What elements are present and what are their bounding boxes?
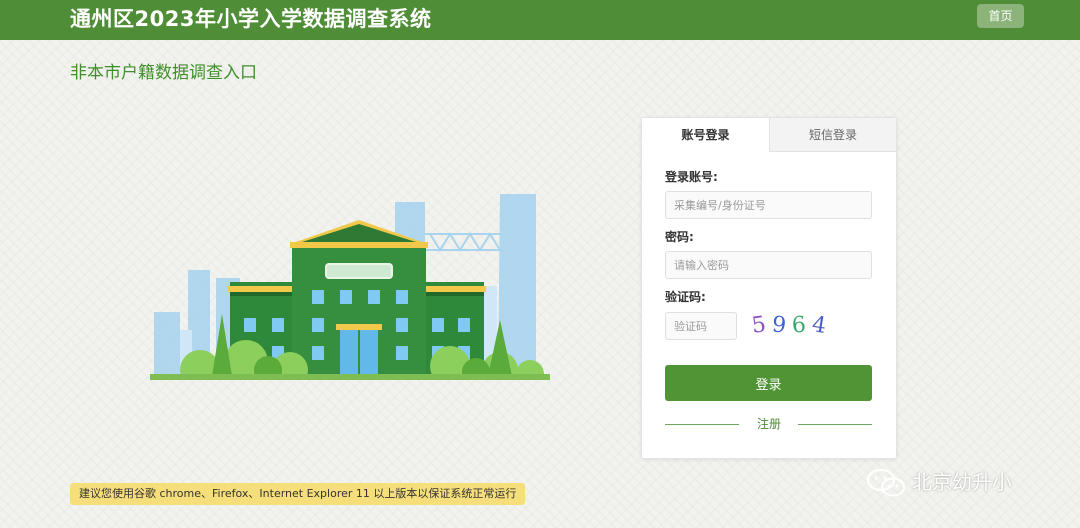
password-label: 密码:: [665, 230, 694, 244]
school-building-illustration: [150, 194, 550, 380]
account-input[interactable]: [665, 191, 872, 219]
page-subtitle: 非本市户籍数据调查入口: [70, 63, 257, 83]
captcha-label: 验证码:: [665, 290, 706, 304]
login-tabs: 账号登录 短信登录: [642, 118, 896, 152]
wechat-icon: [867, 469, 905, 497]
captcha-input[interactable]: [665, 312, 737, 340]
password-input[interactable]: [665, 251, 872, 279]
login-card: 账号登录 短信登录 登录账号: 密码: 验证码: 5 9 6 4 登录 注册: [641, 117, 897, 459]
tab-account-login[interactable]: 账号登录: [642, 118, 769, 152]
browser-notice: 建议您使用谷歌 chrome、Firefox、Internet Explorer…: [70, 483, 526, 505]
captcha-digit: 6: [791, 312, 807, 339]
system-title: 通州区2023年小学入学数据调查系统: [70, 7, 432, 31]
home-button[interactable]: 首页: [977, 4, 1024, 28]
watermark-text: 北京幼升小: [912, 470, 1012, 494]
captcha-digit: 5: [750, 312, 768, 339]
captcha-image[interactable]: 5 9 6 4: [750, 312, 836, 340]
register-divider-right: [798, 424, 872, 425]
tab-sms-login[interactable]: 短信登录: [769, 118, 896, 152]
login-button[interactable]: 登录: [665, 365, 872, 401]
captcha-digit: 9: [770, 312, 788, 339]
top-header: 通州区2023年小学入学数据调查系统 首页: [0, 0, 1080, 40]
captcha-digit: 4: [810, 312, 828, 339]
school-illustration: [150, 190, 550, 380]
account-label: 登录账号:: [665, 170, 718, 184]
